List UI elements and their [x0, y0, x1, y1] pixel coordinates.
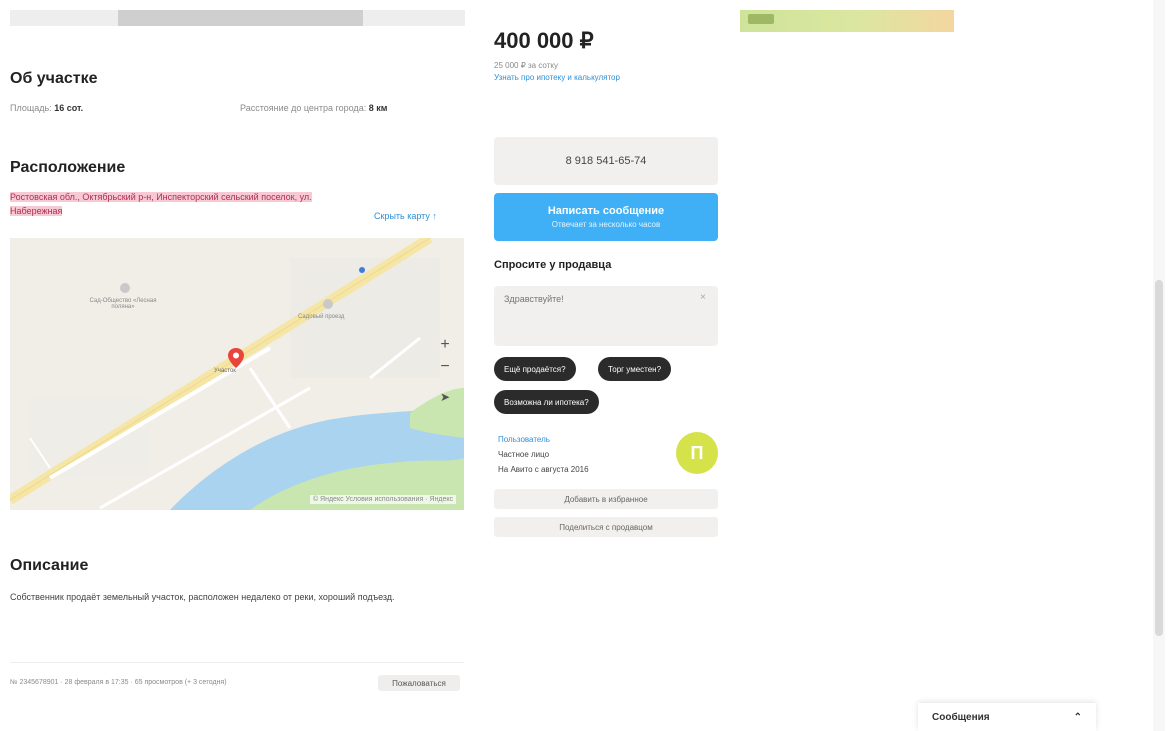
quick-question-chip[interactable]: Возможна ли ипотека?: [494, 390, 599, 414]
listing-meta: № 2345678901 · 28 февраля в 17:35 · 65 п…: [10, 679, 227, 686]
map-attribution[interactable]: © Яндекс Условия использования · Яндекс: [309, 495, 456, 504]
area-info: Площадь: 16 сот.: [10, 103, 83, 113]
quick-question-chip[interactable]: Торг уместен?: [598, 357, 672, 381]
price: 400 000 ₽: [494, 28, 594, 53]
scrollbar-thumb[interactable]: [1155, 280, 1163, 636]
seller-name: Частное лицо: [498, 450, 550, 459]
map-marker-label: Участок: [214, 368, 236, 374]
address: Ростовская обл., Октябрьский р-н, Инспек…: [10, 190, 360, 218]
map-poi-label: Садовый проезд: [298, 314, 345, 320]
write-message-label: Написать сообщение: [547, 205, 665, 217]
share-button[interactable]: Поделиться с продавцом: [494, 517, 718, 537]
about-title: Об участке: [10, 70, 98, 87]
photo-thumbnail[interactable]: [118, 10, 363, 26]
zoom-in-icon[interactable]: +: [434, 334, 456, 356]
ask-seller-input[interactable]: [494, 286, 718, 346]
map-poi-label: Сад-Общество «Лесная поляна»: [89, 298, 157, 310]
map[interactable]: Сад-Общество «Лесная поляна» Садовый про…: [10, 238, 464, 510]
report-button[interactable]: Пожаловаться: [378, 675, 460, 691]
seller-since: На Авито с августа 2016: [498, 465, 589, 474]
distance-label: Расстояние до центра города:: [240, 103, 367, 113]
distance-value: 8 км: [368, 103, 388, 113]
zoom-out-icon[interactable]: −: [434, 356, 456, 378]
seller-type-link[interactable]: Пользователь: [498, 435, 550, 444]
map-preview[interactable]: [740, 10, 954, 32]
quick-question-chip[interactable]: Ещё продаётся?: [494, 357, 576, 381]
subscribe-button[interactable]: Добавить в избранное: [494, 489, 718, 509]
description-text: Собственник продаёт земельный участок, р…: [10, 592, 395, 602]
map-canvas[interactable]: [10, 238, 464, 510]
mortgage-link[interactable]: Узнать про ипотеку и калькулятор: [494, 73, 620, 82]
address-text: Ростовская обл., Октябрьский р-н, Инспек…: [10, 192, 312, 216]
ask-seller-title: Спросите у продавца: [494, 259, 612, 271]
show-phone-button[interactable]: 8 918 541-65-74: [494, 137, 718, 185]
clear-icon[interactable]: ×: [700, 292, 706, 303]
response-time: Отвечает за несколько часов: [551, 220, 661, 229]
divider: [10, 662, 464, 663]
write-message-button[interactable]: Написать сообщение Отвечает за несколько…: [494, 193, 718, 241]
location-title: Расположение: [10, 159, 126, 176]
description-title: Описание: [10, 557, 89, 574]
area-value: 16 сот.: [54, 103, 84, 113]
chevron-up-icon[interactable]: ⌃: [1074, 712, 1082, 723]
area-label: Площадь:: [10, 103, 52, 113]
price-per-unit: 25 000 ₽ за сотку: [494, 61, 558, 70]
photo-gallery-strip[interactable]: [10, 10, 465, 26]
distance-info: Расстояние до центра города: 8 км: [240, 103, 387, 113]
map-badge: [748, 14, 774, 24]
avatar[interactable]: П: [676, 432, 718, 474]
hide-map-link[interactable]: Скрыть карту ↑: [374, 211, 437, 221]
geolocation-icon[interactable]: ➤: [434, 386, 456, 408]
messages-label: Сообщения: [932, 711, 990, 723]
messages-bar[interactable]: Сообщения ⌃: [918, 703, 1096, 731]
